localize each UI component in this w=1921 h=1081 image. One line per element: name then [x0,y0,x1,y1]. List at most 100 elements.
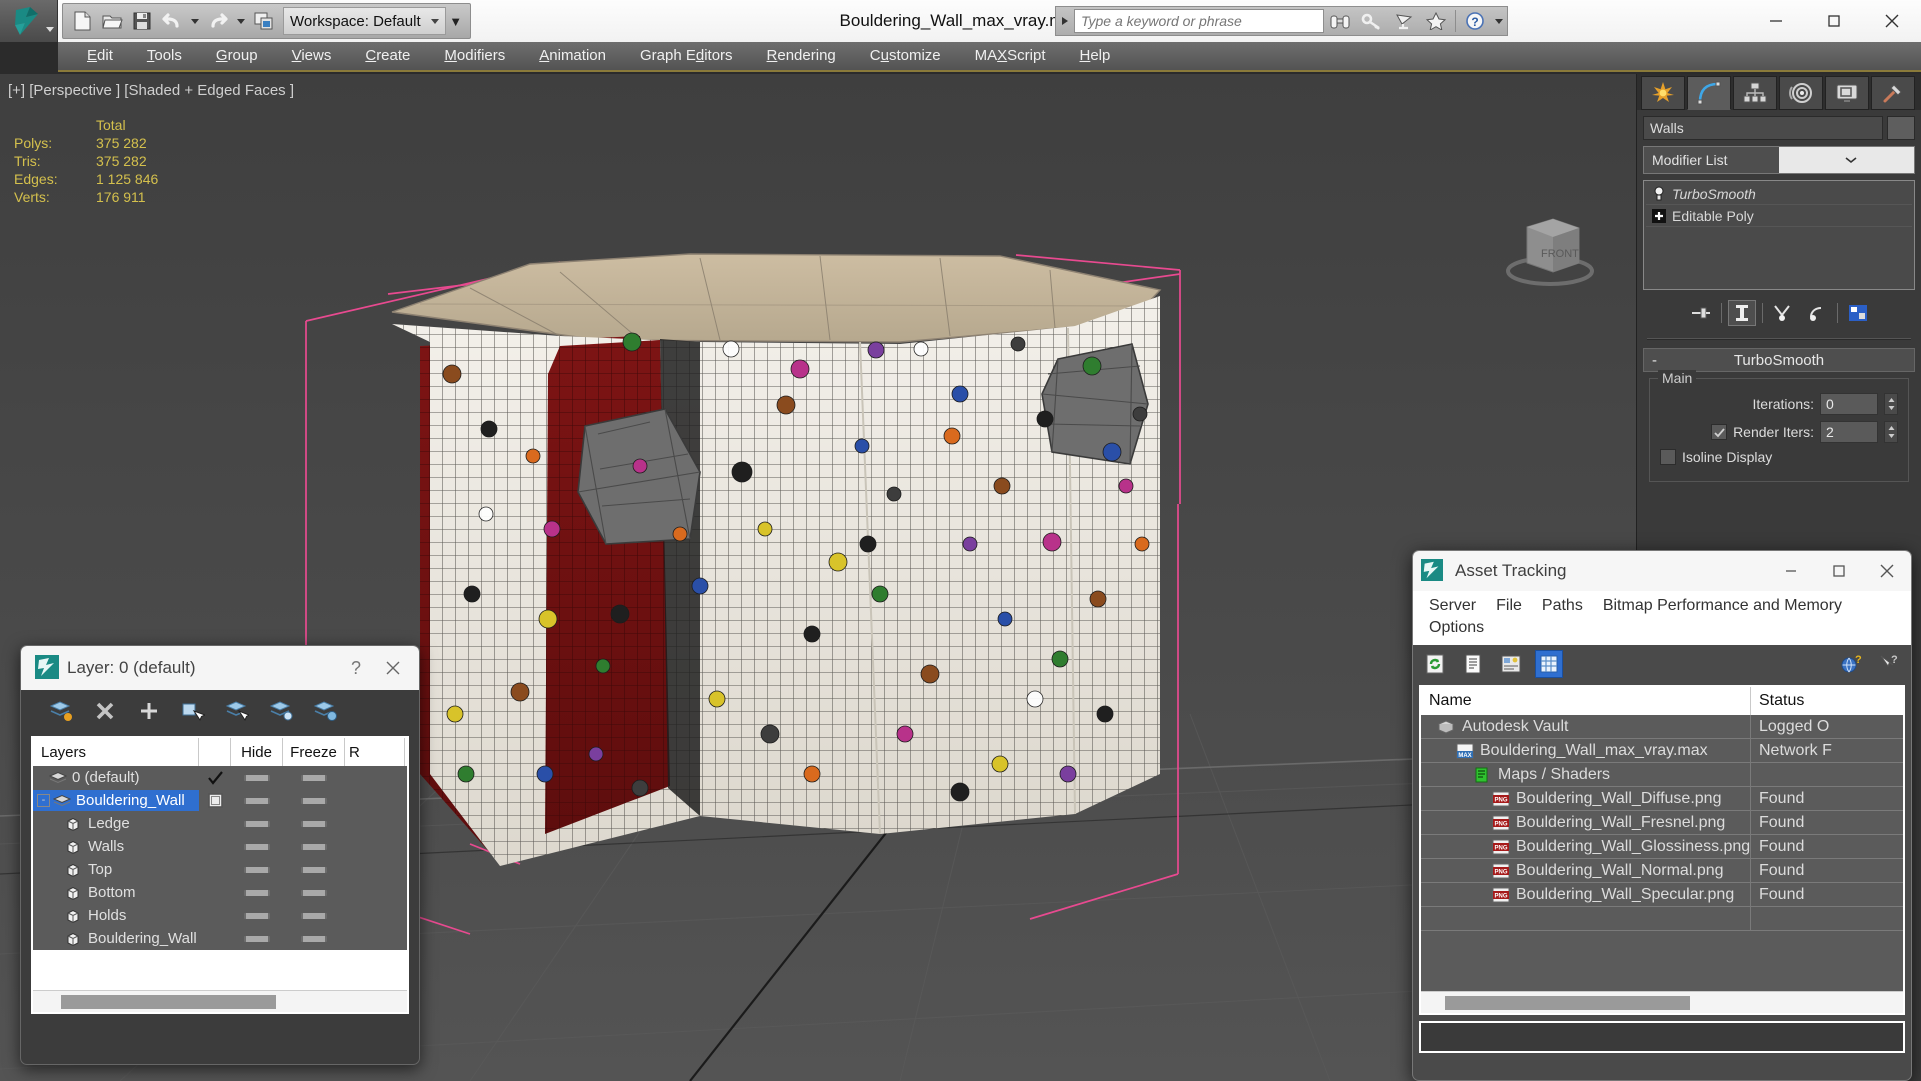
menu-modifiers[interactable]: Modifiers [427,42,522,70]
layer-row-ledge[interactable]: Ledge [33,812,407,835]
modifier-list-dropdown[interactable]: Modifier List [1643,146,1915,174]
scrollbar-thumb[interactable] [1445,996,1690,1010]
menu-tools[interactable]: Tools [130,42,199,70]
close-button[interactable] [1863,554,1911,588]
menu-help[interactable]: Help [1063,42,1128,70]
delete-layer-icon[interactable] [91,697,119,725]
minimize-button[interactable] [1767,554,1815,588]
column-status[interactable]: Status [1751,687,1903,715]
star-icon[interactable] [1420,7,1452,35]
help-button[interactable]: ? [339,651,373,685]
layer-hide-toggle[interactable] [231,774,283,781]
create-tab[interactable] [1641,76,1685,110]
add-layer-icon[interactable] [135,697,163,725]
stack-item-turbosmooth[interactable]: TurboSmooth [1646,183,1912,205]
select-objects-in-layer-icon[interactable] [179,697,207,725]
layer-freeze-toggle[interactable] [283,797,345,804]
layer-row-walls[interactable]: Walls [33,835,407,858]
help-dropdown-icon[interactable] [1495,18,1503,24]
scrollbar-thumb[interactable] [61,995,276,1009]
close-button[interactable] [1863,0,1921,42]
layer-row-top[interactable]: Top [33,858,407,881]
render-iters-spinner[interactable] [1884,421,1898,443]
layer-row-bouldering-wall[interactable]: - Bouldering_Wall [33,789,407,812]
asset-row-glossiness[interactable]: PNG Bouldering_Wall_Glossiness.png Found [1421,835,1903,859]
layer-row-holds[interactable]: Holds [33,904,407,927]
render-iters-field[interactable]: 2 [1820,421,1878,443]
menu-animation[interactable]: Animation [522,42,623,70]
key-icon[interactable] [1356,7,1388,35]
layer-hide-toggle[interactable] [231,820,283,827]
web-help-icon[interactable]: ? [1837,650,1865,678]
workspace-overflow-button[interactable]: ▼ [446,7,466,35]
layer-hide-toggle[interactable] [231,843,283,850]
undo-icon[interactable] [157,6,187,36]
iterations-field[interactable]: 0 [1820,393,1878,415]
iterations-spinner[interactable] [1884,393,1898,415]
menu-graph-editors[interactable]: Graph Editors [623,42,750,70]
layer-hide-toggle[interactable] [231,935,283,942]
layer-row-bottom[interactable]: Bottom [33,881,407,904]
column-render[interactable]: R [345,738,405,766]
asset-tracking-dialog[interactable]: Asset Tracking Server File Paths Bitmap … [1412,550,1912,1081]
minimize-button[interactable] [1747,0,1805,42]
layer-hide-toggle[interactable] [231,889,283,896]
refresh-icon[interactable] [1421,650,1449,678]
layer-properties-icon[interactable] [311,697,339,725]
layer-freeze-toggle[interactable] [283,889,345,896]
select-highlighted-layer-icon[interactable] [223,697,251,725]
open-file-icon[interactable] [97,6,127,36]
expand-collapse-icon[interactable]: - [37,794,50,807]
workspace-selector[interactable]: Workspace: Default [283,7,446,35]
grid-view-icon[interactable] [1535,650,1563,678]
list-view-icon[interactable] [1459,650,1487,678]
asset-tracking-titlebar[interactable]: Asset Tracking [1413,551,1911,591]
configure-modifier-sets-icon[interactable] [1844,300,1872,326]
layer-manager-dialog[interactable]: Layer: 0 (default) ? Layers Hide Freeze … [20,645,420,1065]
asset-row-normal[interactable]: PNG Bouldering_Wall_Normal.png Found [1421,859,1903,883]
asset-row-fresnel[interactable]: PNG Bouldering_Wall_Fresnel.png Found [1421,811,1903,835]
menu-group[interactable]: Group [199,42,275,70]
menu-file[interactable]: File [1486,595,1532,617]
menu-customize[interactable]: Customize [853,42,958,70]
menu-paths[interactable]: Paths [1532,595,1593,617]
close-button[interactable] [373,651,413,685]
render-iters-checkbox[interactable] [1711,424,1728,440]
save-file-icon[interactable] [127,6,157,36]
utilities-tab[interactable] [1871,76,1915,110]
redo-dropdown-icon[interactable] [237,18,245,24]
maximize-button[interactable] [1815,554,1863,588]
column-layers[interactable]: Layers [33,738,199,766]
modifier-stack[interactable]: TurboSmooth Editable Poly [1643,180,1915,290]
layer-dialog-titlebar[interactable]: Layer: 0 (default) ? [21,646,419,690]
isoline-display-checkbox[interactable] [1660,449,1676,465]
maximize-button[interactable] [1805,0,1863,42]
layer-list-horizontal-scrollbar[interactable] [33,990,407,1012]
highlight-selected-objects-layer-icon[interactable] [267,697,295,725]
layer-row-default[interactable]: 0 (default) [33,766,407,789]
modify-tab[interactable] [1687,76,1731,110]
column-name[interactable]: Name [1421,687,1751,715]
asset-row-autodesk-vault[interactable]: Autodesk Vault Logged O [1421,715,1903,739]
pin-stack-icon[interactable] [1687,300,1715,326]
binoculars-icon[interactable] [1324,7,1356,35]
remove-modifier-icon[interactable] [1803,300,1831,326]
create-new-layer-icon[interactable] [47,697,75,725]
application-menu-button[interactable] [0,0,58,42]
layer-hide-toggle[interactable] [231,866,283,873]
undo-dropdown-icon[interactable] [191,18,199,24]
layer-freeze-toggle[interactable] [283,843,345,850]
layer-freeze-toggle[interactable] [283,774,345,781]
search-expand-icon[interactable] [1056,7,1074,35]
hierarchy-tab[interactable] [1733,76,1777,110]
show-end-result-icon[interactable] [1727,300,1756,326]
asset-list[interactable]: Name Status Autodesk Vault Logged O MAX … [1419,685,1905,1015]
context-help-icon[interactable]: ? [1875,650,1903,678]
layer-row-bouldering-wall-object[interactable]: Bouldering_Wall [33,927,407,950]
menu-views[interactable]: Views [275,42,349,70]
display-tab[interactable] [1825,76,1869,110]
menu-create[interactable]: Create [348,42,427,70]
search-input[interactable] [1074,9,1324,33]
layer-freeze-toggle[interactable] [283,912,345,919]
layer-current-check[interactable] [199,770,231,785]
